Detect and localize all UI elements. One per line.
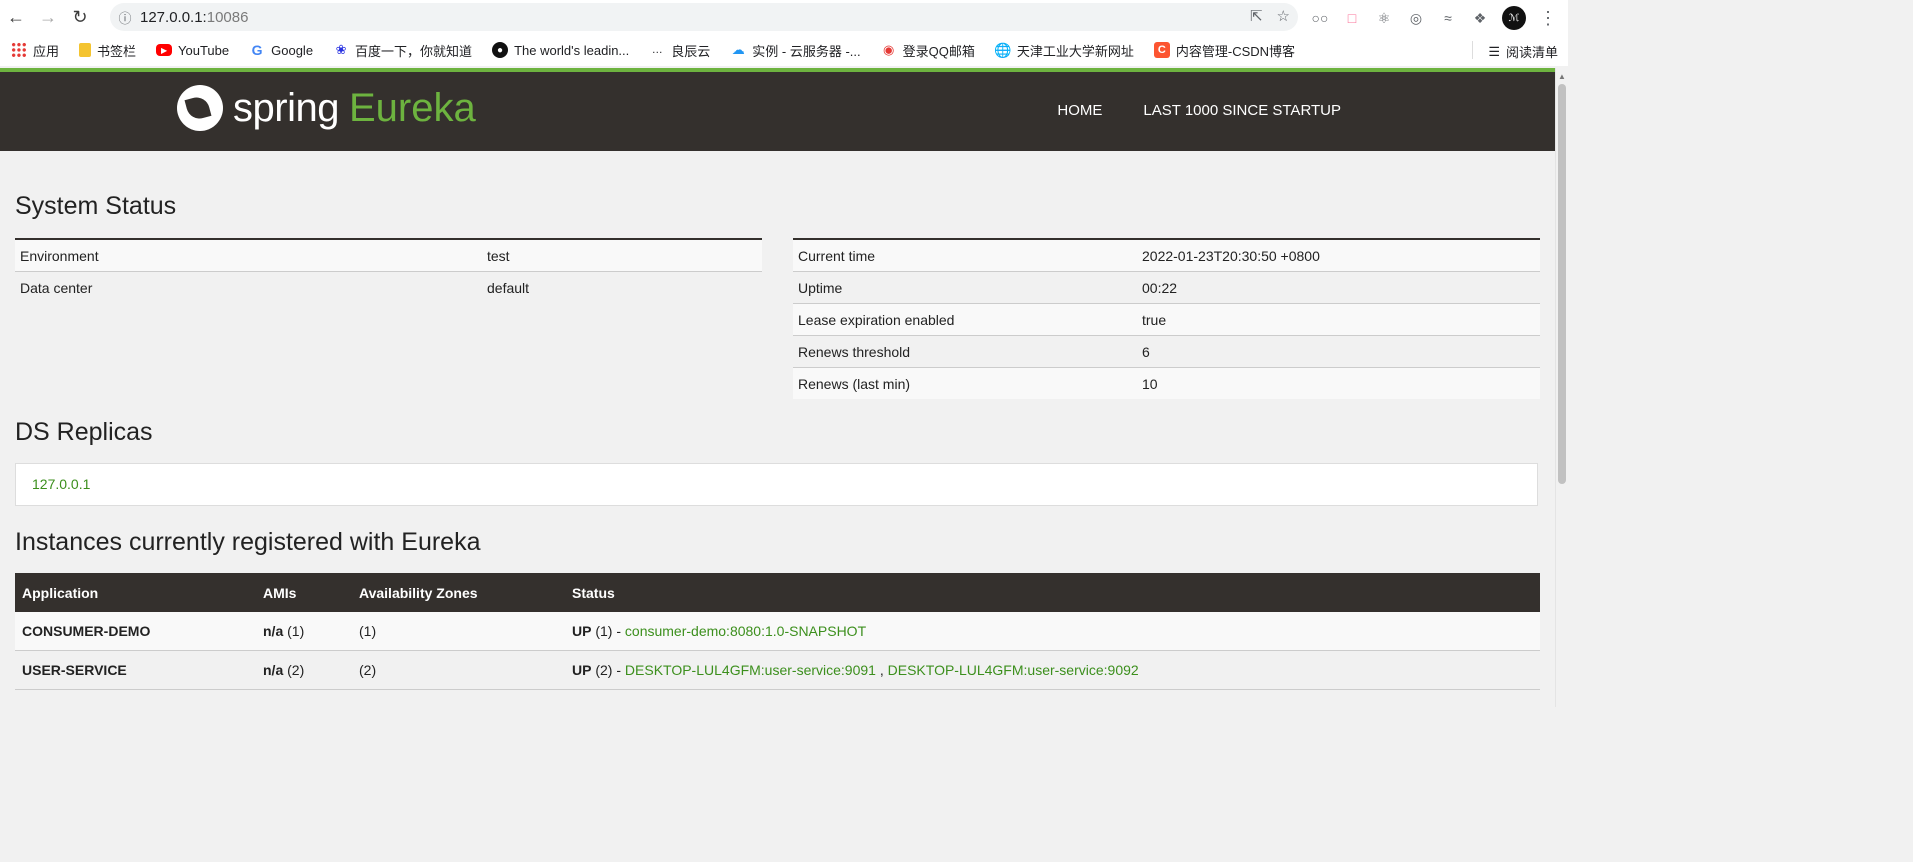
table-row: USER-SERVICE n/a (2) (2) UP (2) - DESKTO… [15,650,1540,690]
replica-link[interactable]: 127.0.0.1 [32,476,90,492]
bookmark-qqmail[interactable]: ◉ 登录QQ邮箱 [870,41,984,60]
reload-icon[interactable]: ↻ [64,1,96,33]
site-info-icon[interactable]: ⓘ [110,8,140,27]
amis-value: n/a [263,662,284,678]
bookmark-google[interactable]: G Google [238,42,322,58]
browser-menu-icon[interactable]: ⋮ [1538,8,1558,28]
system-status-left-table: Environment test Data center default [15,238,762,303]
reading-list-icon: ☰ [1488,43,1500,59]
table-row: Environment test [15,238,762,272]
bookmark-apps[interactable]: 应用 [0,41,68,60]
bookmark-liangchenyun[interactable]: … 良辰云 [638,41,719,60]
col-status: Status [565,573,1540,612]
csdn-icon: C [1153,42,1170,58]
amis-count: (1) [283,623,305,639]
github-icon: ● [492,42,509,58]
table-row: Renews threshold 6 [793,335,1540,368]
spring-eureka-logo[interactable]: spring Eureka [177,85,476,131]
instances-title: Instances currently registered with Eure… [15,528,481,556]
eureka-header: spring Eureka HOME LAST 1000 SINCE START… [0,72,1556,151]
bookmark-tjpu[interactable]: 🌐 天津工业大学新网址 [984,41,1143,60]
bookmark-baidu[interactable]: ❀ 百度一下，你就知道 [322,41,481,60]
bookmark-cloud-server[interactable]: ☁ 实例 - 云服务器 -... [719,41,869,60]
header-nav: HOME LAST 1000 SINCE STARTUP [1057,102,1341,119]
zones-value: (1) [352,612,565,651]
table-row: Current time 2022-01-23T20:30:50 +0800 [793,238,1540,272]
table-header-row: Application AMIs Availability Zones Stat… [15,573,1540,612]
amis-count: (2) [283,662,305,678]
forward-arrow-icon[interactable]: → [32,1,64,33]
globe-icon: 🌐 [994,41,1012,58]
bookmark-github[interactable]: ● The world's leadin... [481,42,638,58]
profile-avatar-icon[interactable]: ℳ [1502,6,1526,30]
youtube-icon: ▶ [156,44,173,56]
reading-list-button[interactable]: ☰ 阅读清单 [1488,42,1558,61]
url-text[interactable]: 127.0.0.1:10086 [140,9,248,26]
ds-replicas-panel: 127.0.0.1 [15,463,1538,506]
table-row: Data center default [15,271,762,303]
share-icon[interactable]: ⇱ [1250,7,1263,25]
table-row: Renews (last min) 10 [793,367,1540,399]
bookmarks-separator [1472,41,1473,59]
folder-icon [79,43,92,57]
instances-table: Application AMIs Availability Zones Stat… [15,573,1540,690]
system-status-title: System Status [15,192,177,220]
status-count: (2) - [591,662,625,678]
status-up: UP [572,623,592,639]
react-devtools-icon[interactable]: ⚛ [1374,8,1394,28]
bookmark-star-icon[interactable]: ☆ [1277,7,1290,25]
scroll-up-icon[interactable]: ▲ [1558,72,1566,81]
baidu-icon: ❀ [335,42,347,57]
address-bar[interactable]: ⓘ 127.0.0.1:10086 ⇱ ☆ [110,3,1298,31]
bookmark-folder[interactable]: 书签栏 [68,41,145,60]
zones-value: (2) [352,650,565,690]
extensions-puzzle-icon[interactable]: ❖ [1470,8,1490,28]
back-arrow-icon[interactable]: ← [0,1,32,33]
col-amis: AMIs [256,573,352,612]
translate-icon[interactable]: ≈ [1438,8,1458,28]
nav-home-link[interactable]: HOME [1057,102,1102,119]
target-icon[interactable]: ◎ [1406,8,1426,28]
status-count: (1) - [591,623,625,639]
amis-value: n/a [263,623,284,639]
nav-last-1000-link[interactable]: LAST 1000 SINCE STARTUP [1143,102,1341,119]
system-status-right-table: Current time 2022-01-23T20:30:50 +0800 Up… [793,238,1540,399]
bookmark-csdn[interactable]: C 内容管理-CSDN博客 [1143,41,1304,60]
page-scrollbar[interactable]: ▲ [1555,68,1568,707]
col-availability-zones: Availability Zones [352,573,565,612]
status-up: UP [572,662,592,678]
qqmail-icon: ◉ [882,42,895,57]
table-row: Lease expiration enabled true [793,303,1540,336]
scrollbar-thumb[interactable] [1558,84,1566,484]
apps-icon [11,42,27,58]
bilibili-icon[interactable]: □ [1342,8,1362,28]
link-separator: , [875,662,888,678]
app-name: USER-SERVICE [22,662,127,678]
spring-leaf-icon [177,85,223,131]
col-application: Application [15,573,256,612]
google-icon: G [251,42,263,58]
table-row: CONSUMER-DEMO n/a (1) (1) UP (1) - consu… [15,612,1540,651]
bookmarks-bar: 应用 书签栏 ▶ YouTube G Google ❀ 百度一下，你就知道 ● The … [0,34,1568,66]
instance-link[interactable]: DESKTOP-LUL4GFM:user-service:9092 [888,662,1139,678]
cloud-dots-icon: … [651,44,663,56]
logo-spring-text: spring [233,85,339,130]
logo-eureka-text: Eureka [348,85,476,130]
browser-toolbar: ← → ↻ ⓘ 127.0.0.1:10086 ⇱ ☆ ○○ □ ⚛ ◎ ≈ ❖… [0,0,1568,34]
table-row: Uptime 00:22 [793,271,1540,304]
bookmark-youtube[interactable]: ▶ YouTube [145,43,238,58]
extension-glasses-icon[interactable]: ○○ [1310,8,1330,28]
app-name: CONSUMER-DEMO [22,623,151,639]
cloud-icon: ☁ [731,42,745,57]
ds-replicas-title: DS Replicas [15,418,153,446]
instance-link[interactable]: DESKTOP-LUL4GFM:user-service:9091 [625,662,876,678]
instance-link[interactable]: consumer-demo:8080:1.0-SNAPSHOT [625,623,866,639]
